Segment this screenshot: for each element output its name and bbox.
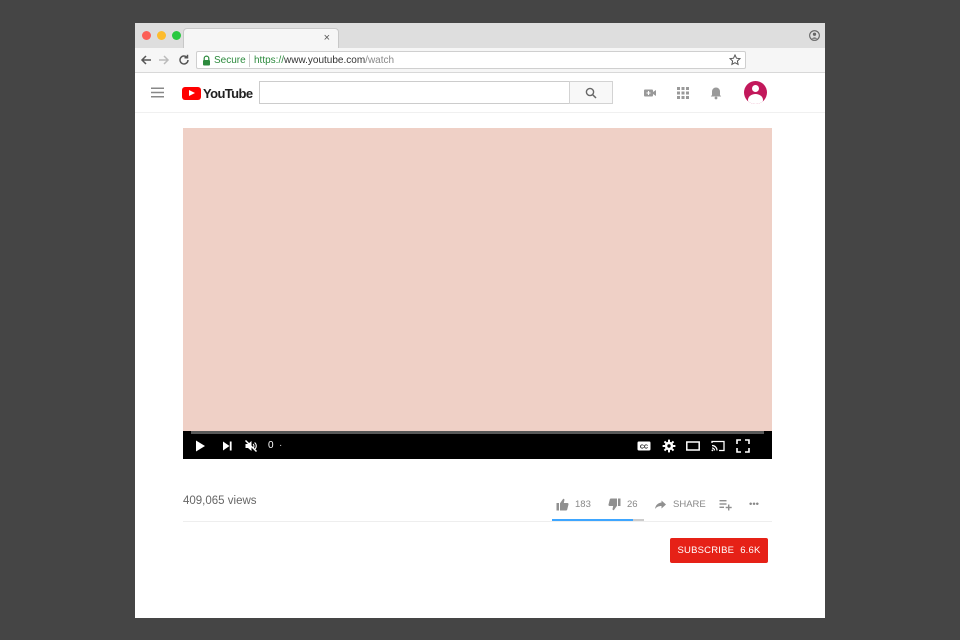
sentiment-bar <box>552 519 644 521</box>
tab-close-icon[interactable]: × <box>324 31 330 45</box>
secure-label: Secure <box>214 55 246 66</box>
browser-tab[interactable]: × <box>183 28 339 48</box>
progress-bar[interactable] <box>191 431 764 434</box>
forward-arrow-icon[interactable] <box>157 53 171 67</box>
video-player[interactable]: 0 · CC <box>183 128 772 459</box>
url-text: https://www.youtube.com/watch <box>254 55 394 67</box>
dislike-count: 26 <box>627 498 638 510</box>
apps-grid-icon[interactable] <box>676 86 690 100</box>
play-icon[interactable] <box>193 439 207 453</box>
close-window-button[interactable] <box>142 31 151 40</box>
like-count: 183 <box>575 498 591 510</box>
url-scheme: https:// <box>254 55 285 66</box>
share-button[interactable]: SHARE <box>654 497 706 511</box>
cast-icon[interactable] <box>711 439 725 453</box>
youtube-logo[interactable]: YouTube <box>182 85 253 101</box>
share-arrow-icon <box>655 500 666 509</box>
add-to-playlist-icon <box>719 499 732 510</box>
logo-text: YouTube <box>203 85 253 101</box>
search-button[interactable] <box>569 81 613 104</box>
add-to-playlist-button[interactable] <box>719 497 739 511</box>
reload-icon[interactable] <box>177 53 191 67</box>
next-video-icon[interactable] <box>220 439 234 453</box>
profile-icon[interactable] <box>809 30 820 41</box>
youtube-header: YouTube <box>135 73 825 113</box>
muted-volume-icon[interactable] <box>244 439 258 453</box>
time-separator: · <box>279 440 283 451</box>
avatar[interactable] <box>744 81 767 104</box>
notifications-bell-icon[interactable] <box>709 86 723 100</box>
thumbs-up-icon <box>556 498 569 510</box>
url-field[interactable]: Secure https://www.youtube.com/watch <box>196 51 746 69</box>
tab-strip: × <box>135 23 825 48</box>
subscribe-button[interactable]: SUBSCRIBE 6.6K <box>670 538 768 563</box>
back-arrow-icon[interactable] <box>139 53 153 67</box>
url-host: www.youtube.com <box>284 55 366 66</box>
lock-icon <box>203 55 210 66</box>
closed-captions-icon[interactable]: CC <box>637 439 651 453</box>
info-divider <box>183 521 772 522</box>
url-path: /watch <box>365 55 395 66</box>
bookmark-star-icon[interactable] <box>729 54 741 66</box>
maximize-window-button[interactable] <box>172 31 181 40</box>
thumbs-down-icon <box>608 498 621 510</box>
more-actions-button[interactable]: ••• <box>749 497 759 511</box>
share-label: SHARE <box>673 498 706 510</box>
more-label: ••• <box>749 498 759 510</box>
theater-mode-icon[interactable] <box>686 439 700 453</box>
settings-gear-icon[interactable] <box>662 439 676 453</box>
svg-text:CC: CC <box>640 444 648 450</box>
current-time: 0 <box>268 440 274 451</box>
subscriber-count: 6.6K <box>740 545 761 556</box>
dislike-button[interactable]: 26 <box>608 497 638 511</box>
search-icon <box>585 87 597 99</box>
subscribe-label: SUBSCRIBE <box>677 545 735 556</box>
video-frame[interactable] <box>183 128 772 431</box>
browser-window: × Secure https://www.youtube.com/watch Y… <box>135 23 825 618</box>
sentiment-bar-fill <box>552 519 633 521</box>
view-count: 409,065 views <box>183 495 257 507</box>
hamburger-menu-icon[interactable] <box>151 87 164 98</box>
upload-video-icon[interactable] <box>643 86 657 100</box>
youtube-play-logo-icon <box>182 86 201 100</box>
url-separator <box>249 54 250 67</box>
minimize-window-button[interactable] <box>157 31 166 40</box>
address-bar: Secure https://www.youtube.com/watch <box>135 48 825 73</box>
search-input[interactable] <box>259 81 570 104</box>
like-button[interactable]: 183 <box>556 497 591 511</box>
fullscreen-icon[interactable] <box>736 439 750 453</box>
